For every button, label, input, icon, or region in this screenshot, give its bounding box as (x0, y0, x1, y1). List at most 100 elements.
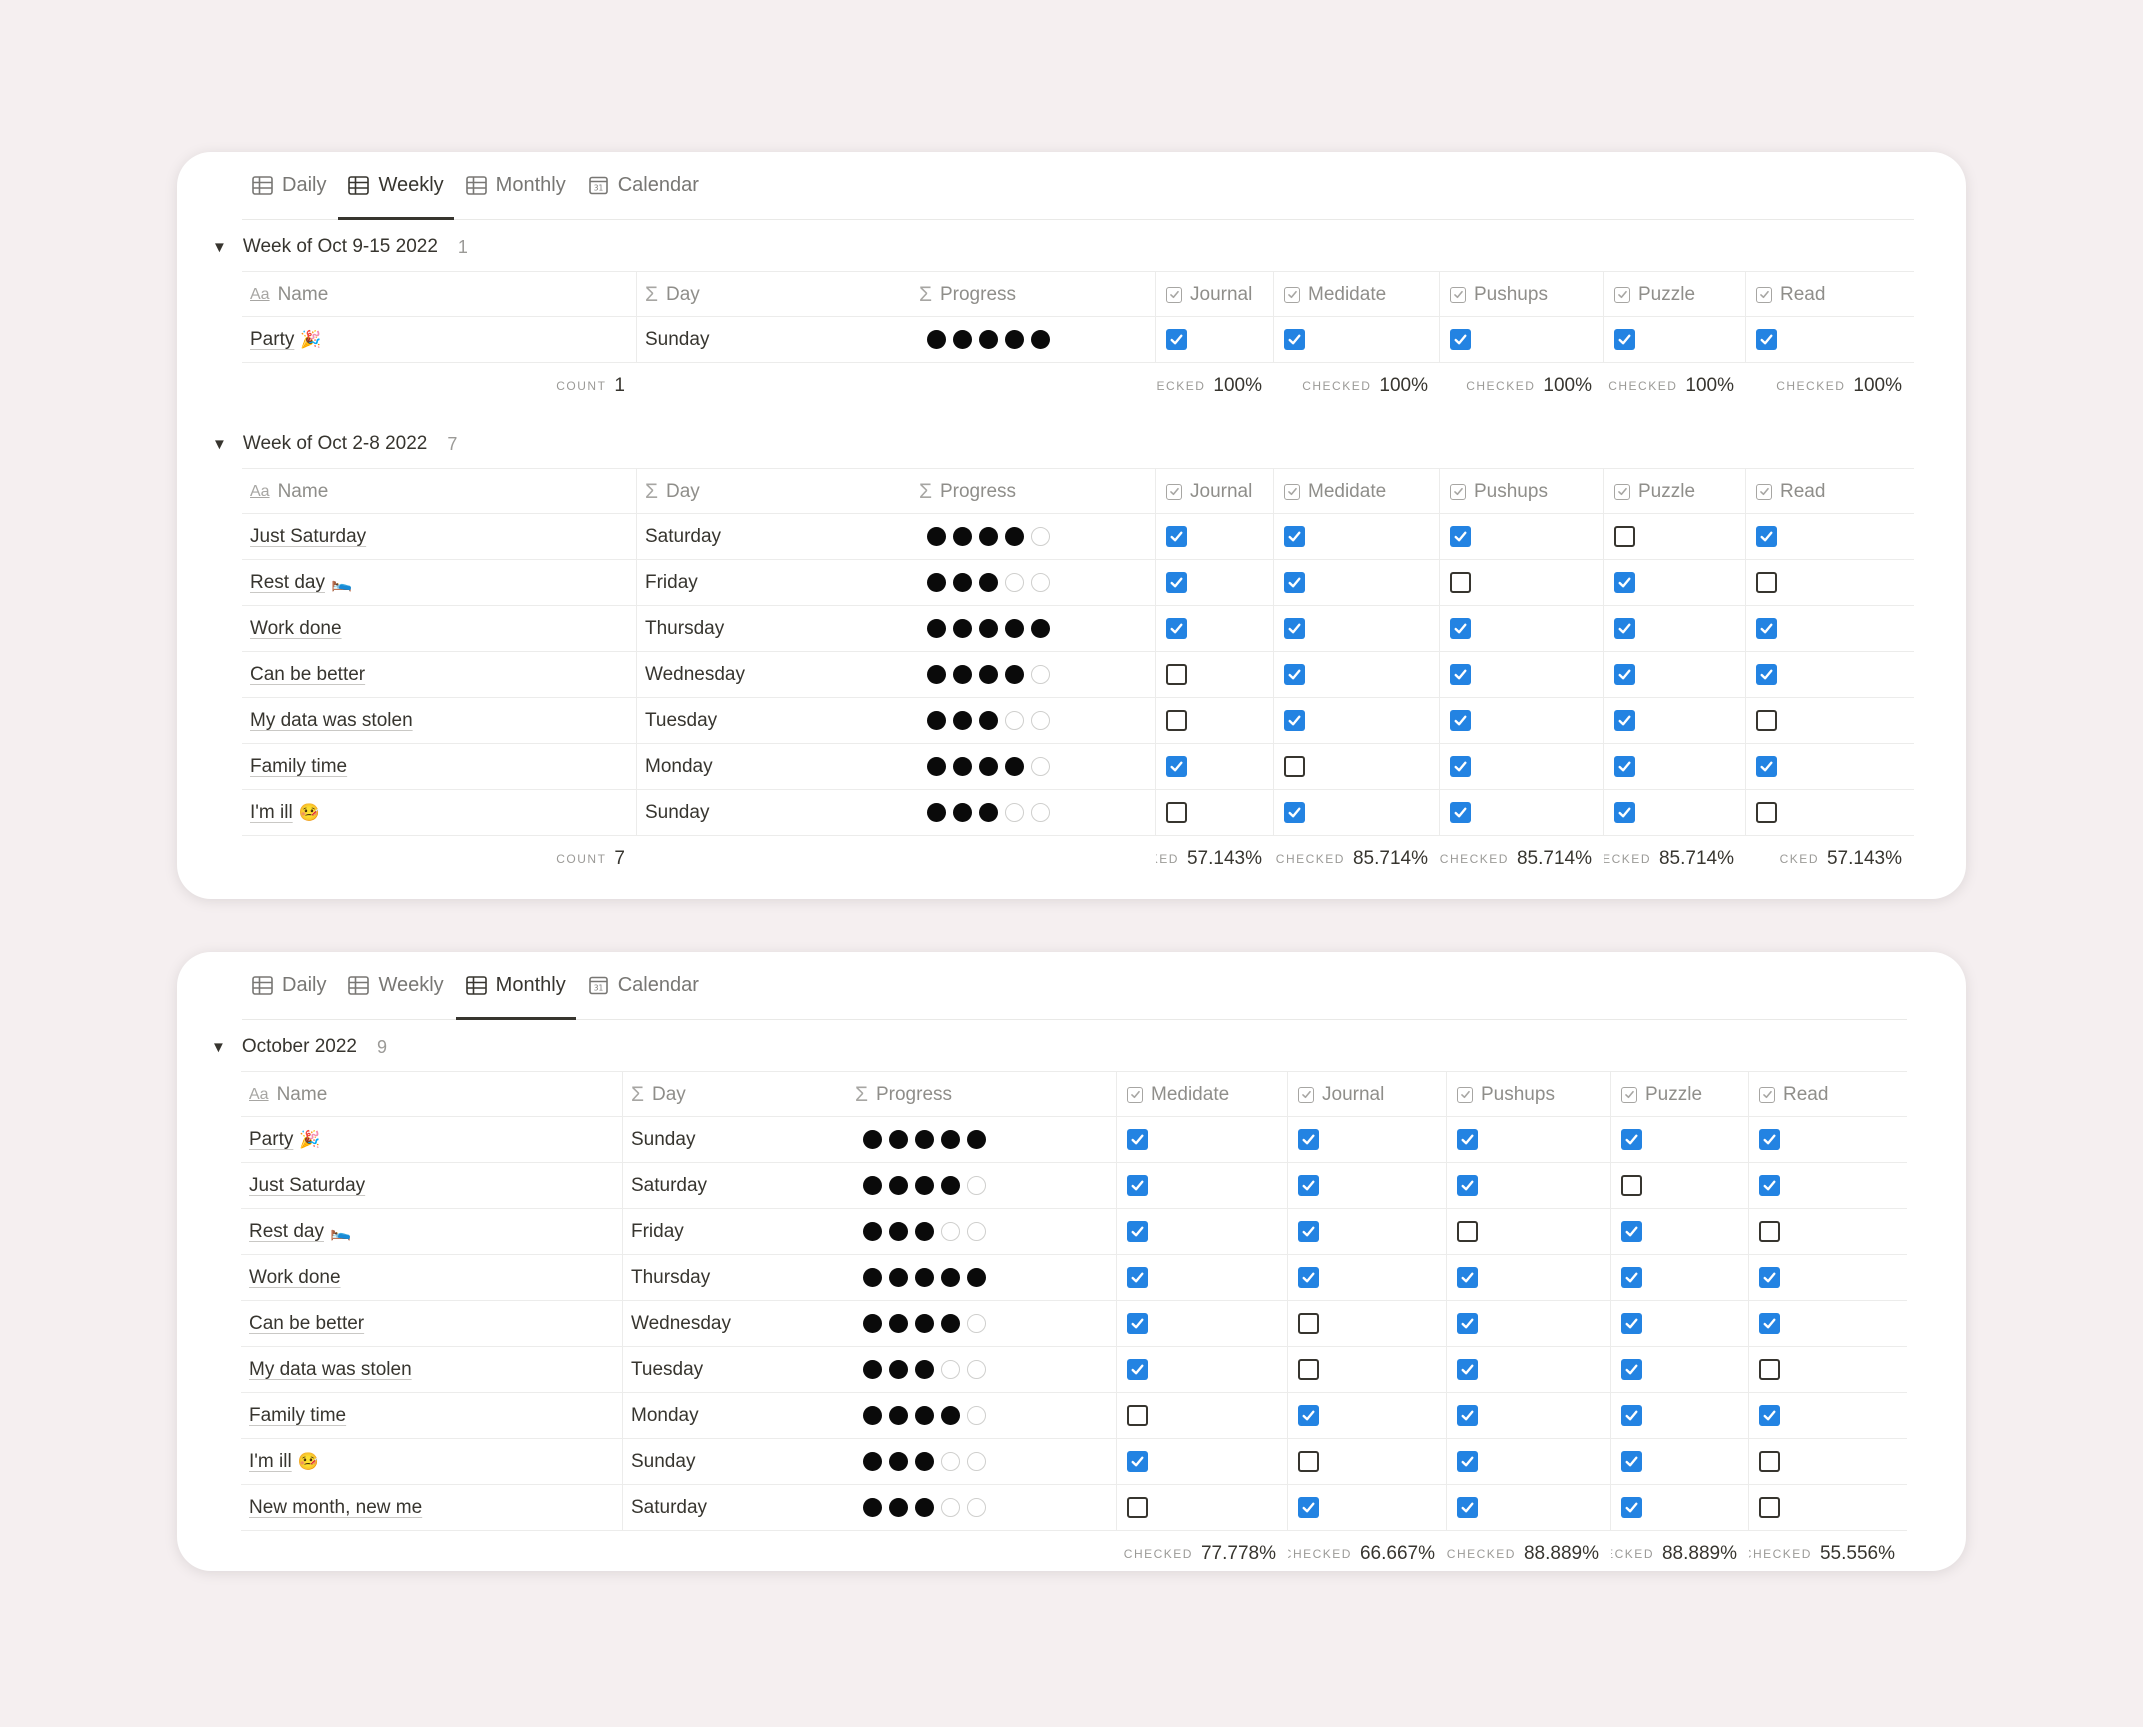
checkbox-cell-puzzle[interactable] (1611, 1301, 1749, 1346)
checkbox-cell-medidate[interactable] (1117, 1393, 1288, 1438)
checkbox-cell-medidate[interactable] (1117, 1347, 1288, 1392)
checkbox-unchecked[interactable] (1127, 1497, 1148, 1518)
checkbox-cell-journal[interactable] (1288, 1485, 1447, 1530)
checkbox-checked[interactable] (1284, 664, 1305, 685)
checkbox-checked[interactable] (1127, 1313, 1148, 1334)
checkbox-checked[interactable] (1621, 1405, 1642, 1426)
checkbox-cell-pushups[interactable] (1440, 698, 1604, 743)
row-name[interactable]: My data was stolen (250, 710, 413, 732)
checkbox-checked[interactable] (1284, 710, 1305, 731)
checkbox-checked[interactable] (1450, 802, 1471, 823)
column-header-day[interactable]: Σ Day (637, 272, 911, 317)
column-header-pushups[interactable]: Pushups (1440, 469, 1604, 514)
row-name[interactable]: Work done (250, 618, 342, 640)
checkbox-cell-journal[interactable] (1288, 1347, 1447, 1392)
checkbox-cell-journal[interactable] (1156, 317, 1274, 362)
checkbox-checked[interactable] (1298, 1497, 1319, 1518)
checkbox-checked[interactable] (1614, 664, 1635, 685)
column-header-medidate[interactable]: Medidate (1117, 1072, 1288, 1117)
table-row[interactable]: My data was stolen Tuesday (241, 1347, 1907, 1393)
row-name[interactable]: Party (249, 1129, 293, 1151)
checkbox-cell-journal[interactable] (1288, 1209, 1447, 1254)
checkbox-checked[interactable] (1127, 1175, 1148, 1196)
table-row[interactable]: Party 🎉 Sunday (241, 1117, 1907, 1163)
name-cell[interactable]: Rest day 🛌 (241, 1209, 623, 1254)
tab-daily[interactable]: Daily (242, 951, 336, 1019)
checkbox-cell-journal[interactable] (1156, 606, 1274, 651)
checkbox-cell-puzzle[interactable] (1604, 744, 1746, 789)
progress-cell[interactable] (847, 1485, 1117, 1530)
checkbox-cell-read[interactable] (1746, 317, 1914, 362)
checkbox-cell-pushups[interactable] (1447, 1209, 1611, 1254)
day-cell[interactable]: Sunday (637, 790, 911, 835)
row-name[interactable]: I'm ill (250, 802, 293, 824)
progress-cell[interactable] (911, 560, 1156, 605)
checkbox-checked[interactable] (1759, 1267, 1780, 1288)
progress-cell[interactable] (847, 1439, 1117, 1484)
checkbox-cell-medidate[interactable] (1274, 317, 1440, 362)
checkbox-unchecked[interactable] (1298, 1359, 1319, 1380)
checkbox-checked[interactable] (1284, 329, 1305, 350)
checkbox-cell-puzzle[interactable] (1611, 1393, 1749, 1438)
row-name[interactable]: Can be better (250, 664, 365, 686)
checkbox-cell-medidate[interactable] (1274, 698, 1440, 743)
checkbox-unchecked[interactable] (1166, 802, 1187, 823)
name-cell[interactable]: My data was stolen (241, 1347, 623, 1392)
checkbox-cell-read[interactable] (1749, 1347, 1907, 1392)
checkbox-cell-pushups[interactable] (1447, 1255, 1611, 1300)
checkbox-cell-read[interactable] (1749, 1485, 1907, 1530)
checkbox-unchecked[interactable] (1298, 1313, 1319, 1334)
day-cell[interactable]: Thursday (637, 606, 911, 651)
name-cell[interactable]: Can be better (242, 652, 637, 697)
checkbox-checked[interactable] (1621, 1267, 1642, 1288)
progress-cell[interactable] (911, 790, 1156, 835)
column-header-day[interactable]: Σ Day (623, 1072, 847, 1117)
column-header-puzzle[interactable]: Puzzle (1604, 469, 1746, 514)
progress-cell[interactable] (847, 1163, 1117, 1208)
table-row[interactable]: Just Saturday Saturday (241, 1163, 1907, 1209)
column-header-read[interactable]: Read (1746, 272, 1914, 317)
day-cell[interactable]: Friday (623, 1209, 847, 1254)
checked-percent-calculation[interactable]: CKED 57.143% (1746, 836, 1914, 881)
checkbox-checked[interactable] (1457, 1175, 1478, 1196)
checkbox-checked[interactable] (1127, 1129, 1148, 1150)
progress-cell[interactable] (847, 1393, 1117, 1438)
name-cell[interactable]: Just Saturday (242, 514, 637, 559)
checkbox-cell-read[interactable] (1749, 1393, 1907, 1438)
row-name[interactable]: I'm ill (249, 1451, 292, 1473)
progress-cell[interactable] (847, 1209, 1117, 1254)
checkbox-checked[interactable] (1756, 664, 1777, 685)
checkbox-checked[interactable] (1298, 1405, 1319, 1426)
checkbox-checked[interactable] (1298, 1175, 1319, 1196)
checkbox-cell-medidate[interactable] (1274, 560, 1440, 605)
checkbox-cell-puzzle[interactable] (1611, 1255, 1749, 1300)
checkbox-checked[interactable] (1756, 756, 1777, 777)
progress-cell[interactable] (847, 1347, 1117, 1392)
checkbox-checked[interactable] (1614, 572, 1635, 593)
table-row[interactable]: Rest day 🛌 Friday (242, 560, 1914, 606)
day-cell[interactable]: Saturday (623, 1485, 847, 1530)
checkbox-cell-journal[interactable] (1156, 790, 1274, 835)
column-header-name[interactable]: Aa Name (241, 1072, 623, 1117)
row-name[interactable]: Family time (250, 756, 347, 778)
checkbox-unchecked[interactable] (1759, 1451, 1780, 1472)
checkbox-cell-read[interactable] (1749, 1301, 1907, 1346)
checkbox-unchecked[interactable] (1756, 802, 1777, 823)
name-cell[interactable]: I'm ill 🤒 (242, 790, 637, 835)
checkbox-cell-puzzle[interactable] (1611, 1347, 1749, 1392)
checkbox-checked[interactable] (1127, 1359, 1148, 1380)
checkbox-cell-read[interactable] (1746, 744, 1914, 789)
checkbox-cell-journal[interactable] (1288, 1439, 1447, 1484)
column-header-read[interactable]: Read (1746, 469, 1914, 514)
name-cell[interactable]: New month, new me (241, 1485, 623, 1530)
checkbox-cell-pushups[interactable] (1447, 1117, 1611, 1162)
checkbox-checked[interactable] (1457, 1405, 1478, 1426)
count-calculation[interactable]: COUNT 1 (242, 363, 637, 408)
checked-percent-calculation[interactable]: CHECKED 100% (1604, 363, 1746, 408)
column-header-journal[interactable]: Journal (1156, 469, 1274, 514)
day-cell[interactable]: Friday (637, 560, 911, 605)
checkbox-cell-pushups[interactable] (1440, 744, 1604, 789)
checkbox-cell-read[interactable] (1749, 1163, 1907, 1208)
table-row[interactable]: Just Saturday Saturday (242, 514, 1914, 560)
group-header[interactable]: ▼ Week of Oct 2-8 2022 7 (212, 429, 457, 459)
